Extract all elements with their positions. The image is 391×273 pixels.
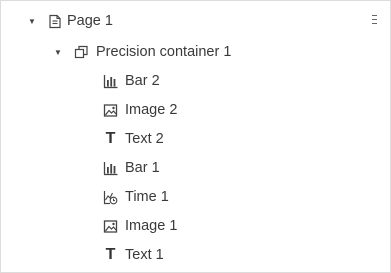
tree-label: Bar 2 bbox=[125, 73, 160, 89]
tree-label: Bar 1 bbox=[125, 160, 160, 176]
tree-label: Image 2 bbox=[125, 102, 178, 118]
text-icon: T bbox=[105, 130, 116, 147]
page-icon bbox=[47, 14, 62, 29]
bar-chart-icon bbox=[103, 74, 118, 89]
menu-handle-icon[interactable] bbox=[372, 15, 378, 27]
tree-row-container[interactable]: ▼ Precision container 1 bbox=[1, 40, 390, 64]
object-tree-panel: ▼ Page 1 ▼ Precision container 1 Bar 2 I… bbox=[0, 0, 391, 273]
tree-label: Time 1 bbox=[125, 189, 169, 205]
time-chart-icon bbox=[103, 190, 118, 205]
tree-label: Text 1 bbox=[125, 247, 164, 263]
image-icon bbox=[103, 103, 118, 118]
tree-row-time-1[interactable]: Time 1 bbox=[1, 185, 390, 209]
image-icon bbox=[103, 219, 118, 234]
bar-chart-icon bbox=[103, 161, 118, 176]
tree-label: Text 2 bbox=[125, 131, 164, 147]
tree-row-bar-1[interactable]: Bar 1 bbox=[1, 156, 390, 180]
tree-row-text-1[interactable]: T Text 1 bbox=[1, 243, 390, 267]
tree-label: Image 1 bbox=[125, 218, 178, 234]
tree-label-container: Precision container 1 bbox=[96, 44, 232, 60]
text-icon: T bbox=[105, 246, 116, 263]
tree-row-image-1[interactable]: Image 1 bbox=[1, 214, 390, 238]
container-icon bbox=[74, 45, 89, 60]
caret-down-icon[interactable]: ▼ bbox=[53, 47, 63, 57]
tree-row-page[interactable]: ▼ Page 1 bbox=[1, 9, 390, 33]
tree-label-page: Page 1 bbox=[67, 13, 113, 29]
caret-down-icon[interactable]: ▼ bbox=[27, 16, 37, 26]
tree-row-text-2[interactable]: T Text 2 bbox=[1, 127, 390, 151]
tree-row-image-2[interactable]: Image 2 bbox=[1, 98, 390, 122]
tree-row-bar-2[interactable]: Bar 2 bbox=[1, 69, 390, 93]
